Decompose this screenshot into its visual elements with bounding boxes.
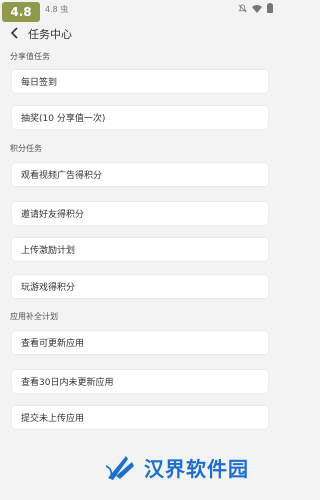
task-label: 抽奖(10 分享值一次) bbox=[21, 114, 106, 124]
version-badge: 4.8 bbox=[2, 2, 40, 22]
task-view-stale-apps[interactable]: 查看30日内未更新应用 bbox=[11, 369, 269, 394]
task-label: 观看视频广告得积分 bbox=[21, 171, 103, 181]
battery-icon bbox=[267, 3, 273, 13]
top-bar: 任务中心 bbox=[0, 22, 281, 44]
task-daily-checkin[interactable]: 每日签到 bbox=[11, 69, 269, 94]
task-label: 查看30日内未更新应用 bbox=[21, 378, 114, 388]
bell-off-icon bbox=[238, 3, 247, 12]
watermark: 汉界软件园 bbox=[104, 452, 249, 482]
task-lottery[interactable]: 抽奖(10 分享值一次) bbox=[11, 105, 269, 130]
task-upload-incentive[interactable]: 上传激励计划 bbox=[11, 237, 269, 262]
task-label: 每日签到 bbox=[21, 78, 58, 88]
task-view-updatable-apps[interactable]: 查看可更新应用 bbox=[11, 330, 269, 355]
task-watch-video-ads[interactable]: 观看视频广告得积分 bbox=[11, 162, 269, 187]
watermark-text: 汉界软件园 bbox=[144, 456, 249, 481]
section-title-points: 积分任务 bbox=[10, 144, 42, 153]
back-arrow-icon bbox=[10, 27, 18, 39]
task-submit-apps[interactable]: 提交未上传应用 bbox=[11, 405, 269, 430]
watermark-logo-icon bbox=[105, 456, 134, 480]
page-title: 任务中心 bbox=[28, 28, 72, 41]
task-label: 上传激励计划 bbox=[21, 246, 76, 256]
wifi-icon bbox=[252, 4, 262, 13]
section-title-app-completion: 应用补全计划 bbox=[10, 312, 58, 321]
task-label: 玩游戏得积分 bbox=[21, 283, 76, 293]
section-title-share: 分享值任务 bbox=[10, 52, 50, 61]
task-label: 提交未上传应用 bbox=[21, 414, 85, 424]
status-bar: 4.8 4.8 虫 bbox=[0, 0, 281, 22]
status-bar-text: 4.8 虫 bbox=[45, 5, 69, 14]
task-play-games[interactable]: 玩游戏得积分 bbox=[11, 274, 269, 299]
task-invite-friends[interactable]: 邀请好友得积分 bbox=[11, 201, 269, 226]
status-icons bbox=[238, 3, 273, 13]
back-button[interactable] bbox=[6, 24, 24, 42]
task-label: 查看可更新应用 bbox=[21, 339, 85, 349]
task-label: 邀请好友得积分 bbox=[21, 210, 85, 220]
